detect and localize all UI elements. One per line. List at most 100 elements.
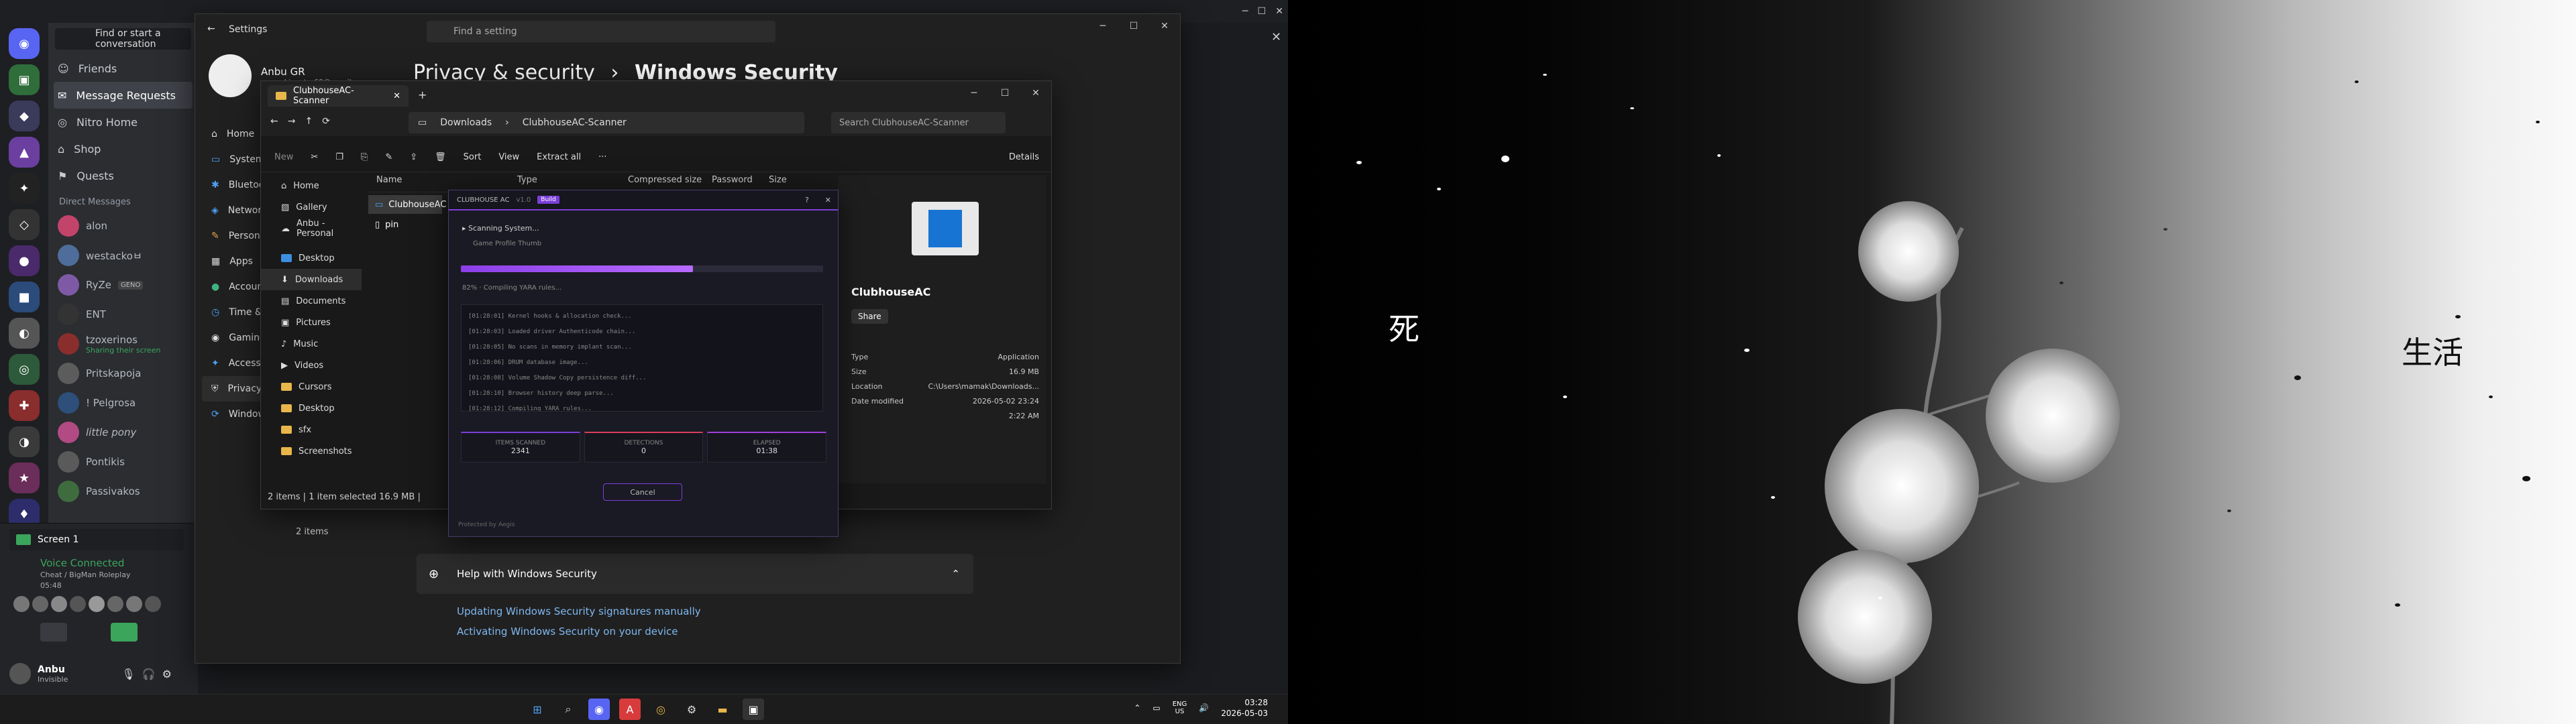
minimize-icon[interactable]: ─ [1242, 6, 1248, 17]
avatar[interactable] [107, 596, 123, 612]
server-icon[interactable]: ◎ [9, 354, 40, 385]
sidebar-item-desktop[interactable]: Desktop [261, 247, 362, 269]
clock[interactable]: 03:28 2026-05-03 [1221, 697, 1268, 719]
back-arrow-icon[interactable]: ← [270, 116, 278, 127]
new-tab-icon[interactable]: + [409, 88, 436, 107]
avatar[interactable] [13, 596, 30, 612]
minimize-icon[interactable]: ─ [1087, 14, 1118, 38]
sidebar-item-downloads[interactable]: ⬇ Downloads [261, 269, 362, 290]
cut-icon[interactable]: ✂ [311, 152, 318, 162]
copy-icon[interactable]: ❐ [335, 152, 343, 162]
help-card[interactable]: ⊕ Help with Windows Security ⌃ [417, 554, 973, 594]
share-button[interactable]: Share [851, 309, 888, 324]
headphones-icon[interactable]: 🎧 [142, 668, 156, 680]
maximize-icon[interactable]: ☐ [989, 81, 1020, 105]
extract-all-button[interactable]: Extract all [537, 152, 581, 162]
forward-arrow-icon[interactable]: → [288, 116, 296, 127]
delete-icon[interactable]: 🗑 [435, 152, 446, 162]
avatar[interactable] [70, 596, 86, 612]
settings-gear-icon[interactable]: ⚙ [681, 699, 702, 720]
server-icon[interactable]: ◆ [9, 101, 40, 131]
help-link[interactable]: Activating Windows Security on your devi… [457, 625, 678, 638]
refresh-icon[interactable]: ⟳ [322, 116, 330, 127]
dm-item[interactable]: alon [48, 211, 198, 241]
back-arrow-icon[interactable]: ← [207, 23, 215, 34]
path-segment[interactable]: ClubhouseAC-Scanner [523, 117, 627, 128]
sidebar-item-sfx[interactable]: sfx [261, 419, 362, 440]
explorer-search-input[interactable]: Search ClubhouseAC-Scanner [831, 112, 1006, 133]
network-icon[interactable]: ▭ [1152, 703, 1160, 713]
server-icon[interactable]: ● [9, 245, 40, 276]
close-icon[interactable]: ✕ [393, 91, 400, 101]
dm-item[interactable]: Passivakos [48, 477, 198, 506]
find-conversation-input[interactable]: Find or start a conversation [55, 28, 191, 50]
speaker-icon[interactable]: 🔊 [1199, 703, 1209, 713]
share-screen-button[interactable] [111, 623, 138, 642]
nav-quests[interactable]: ⚑ Quests [48, 162, 198, 189]
dm-item[interactable]: Pontikis [48, 447, 198, 477]
server-icon[interactable]: ▲ [9, 137, 40, 168]
maximize-icon[interactable]: ☐ [1118, 14, 1149, 38]
avatar[interactable] [9, 663, 31, 684]
maximize-icon[interactable]: ☐ [1258, 6, 1267, 17]
windows-start-icon[interactable]: ⊞ [527, 699, 548, 720]
sidebar-item-desktop-2[interactable]: Desktop [261, 398, 362, 419]
avatar[interactable] [32, 596, 48, 612]
server-icon[interactable]: ◑ [9, 426, 40, 457]
more-icon[interactable]: ··· [598, 152, 606, 162]
share-icon[interactable]: ⇪ [410, 152, 417, 162]
nav-friends[interactable]: ☺ Friends [48, 55, 198, 82]
settings-search-input[interactable]: Find a setting [427, 21, 775, 42]
screen-share-preview[interactable]: Screen 1 [9, 529, 184, 550]
search-icon[interactable]: ⌕ [557, 699, 579, 720]
sidebar-item-music[interactable]: ♪ Music [261, 333, 362, 355]
sidebar-item-pictures[interactable]: ▣ Pictures [261, 312, 362, 333]
discord-icon[interactable]: ◉ [588, 699, 610, 720]
dm-item[interactable]: ! Pelgrosa [48, 388, 198, 418]
sidebar-item-screenshots[interactable]: Screenshots [261, 440, 362, 462]
close-icon[interactable]: ✕ [1149, 14, 1180, 38]
sidebar-item-cursors[interactable]: Cursors [261, 376, 362, 398]
chrome-icon[interactable]: ◎ [650, 699, 672, 720]
server-icon[interactable]: ★ [9, 463, 40, 493]
discord-home-icon[interactable]: ◉ [9, 28, 40, 59]
sidebar-item-onedrive[interactable]: ☁ Anbu - Personal [261, 218, 362, 239]
sidebar-item-videos[interactable]: ▶ Videos [261, 355, 362, 376]
path-segment[interactable]: Downloads [440, 117, 492, 128]
voice-channel[interactable]: Cheat / BigMan Roleplay [40, 570, 130, 579]
avatar[interactable] [89, 596, 105, 612]
language-indicator[interactable]: ENG US [1173, 701, 1187, 715]
server-icon[interactable]: ◇ [9, 209, 40, 240]
help-link[interactable]: Updating Windows Security signatures man… [457, 605, 701, 617]
tab-clubhouseac-scanner[interactable]: ClubhouseAC-Scanner ✕ [268, 85, 409, 107]
help-icon[interactable]: ? [805, 196, 809, 204]
app-icon[interactable]: A [619, 699, 641, 720]
sidebar-item-documents[interactable]: ▤ Documents [261, 290, 362, 312]
view-button[interactable]: View [498, 152, 519, 162]
server-icon[interactable]: ✦ [9, 173, 40, 204]
scanner-app-icon[interactable]: ▣ [743, 699, 764, 720]
dm-item[interactable]: little pony [48, 418, 198, 447]
camera-button[interactable] [40, 623, 67, 642]
server-icon[interactable]: ◐ [9, 318, 40, 349]
scan-log[interactable]: [01:28:01] Kernel hooks & allocation che… [461, 304, 823, 412]
file-explorer-icon[interactable]: ▬ [712, 699, 733, 720]
sidebar-item-gallery[interactable]: ▨ Gallery [261, 196, 362, 218]
chevron-up-icon[interactable]: ⌃ [1134, 703, 1140, 713]
new-button[interactable]: New [274, 152, 293, 162]
cancel-button[interactable]: Cancel [603, 483, 682, 501]
dm-item[interactable]: tzoxerinos Sharing their screen [48, 329, 198, 359]
nav-message-requests[interactable]: ✉ Message Requests [54, 82, 193, 109]
dm-item[interactable]: Pritskapoja [48, 359, 198, 388]
rename-icon[interactable]: ✎ [385, 152, 392, 162]
mic-icon[interactable]: 🎙 [121, 668, 135, 680]
sidebar-item-home[interactable]: ⌂ Home [261, 175, 362, 196]
up-arrow-icon[interactable]: ↑ [305, 116, 313, 127]
nav-shop[interactable]: ⌂ Shop [48, 135, 198, 162]
file-row[interactable]: ▯ pin [368, 215, 442, 234]
close-icon[interactable]: ✕ [1020, 81, 1051, 105]
address-bar[interactable]: ▭ Downloads › ClubhouseAC-Scanner [409, 112, 804, 133]
close-icon[interactable]: ✕ [825, 196, 831, 204]
avatar[interactable] [51, 596, 67, 612]
nav-nitro-home[interactable]: ◎ Nitro Home [48, 109, 198, 135]
